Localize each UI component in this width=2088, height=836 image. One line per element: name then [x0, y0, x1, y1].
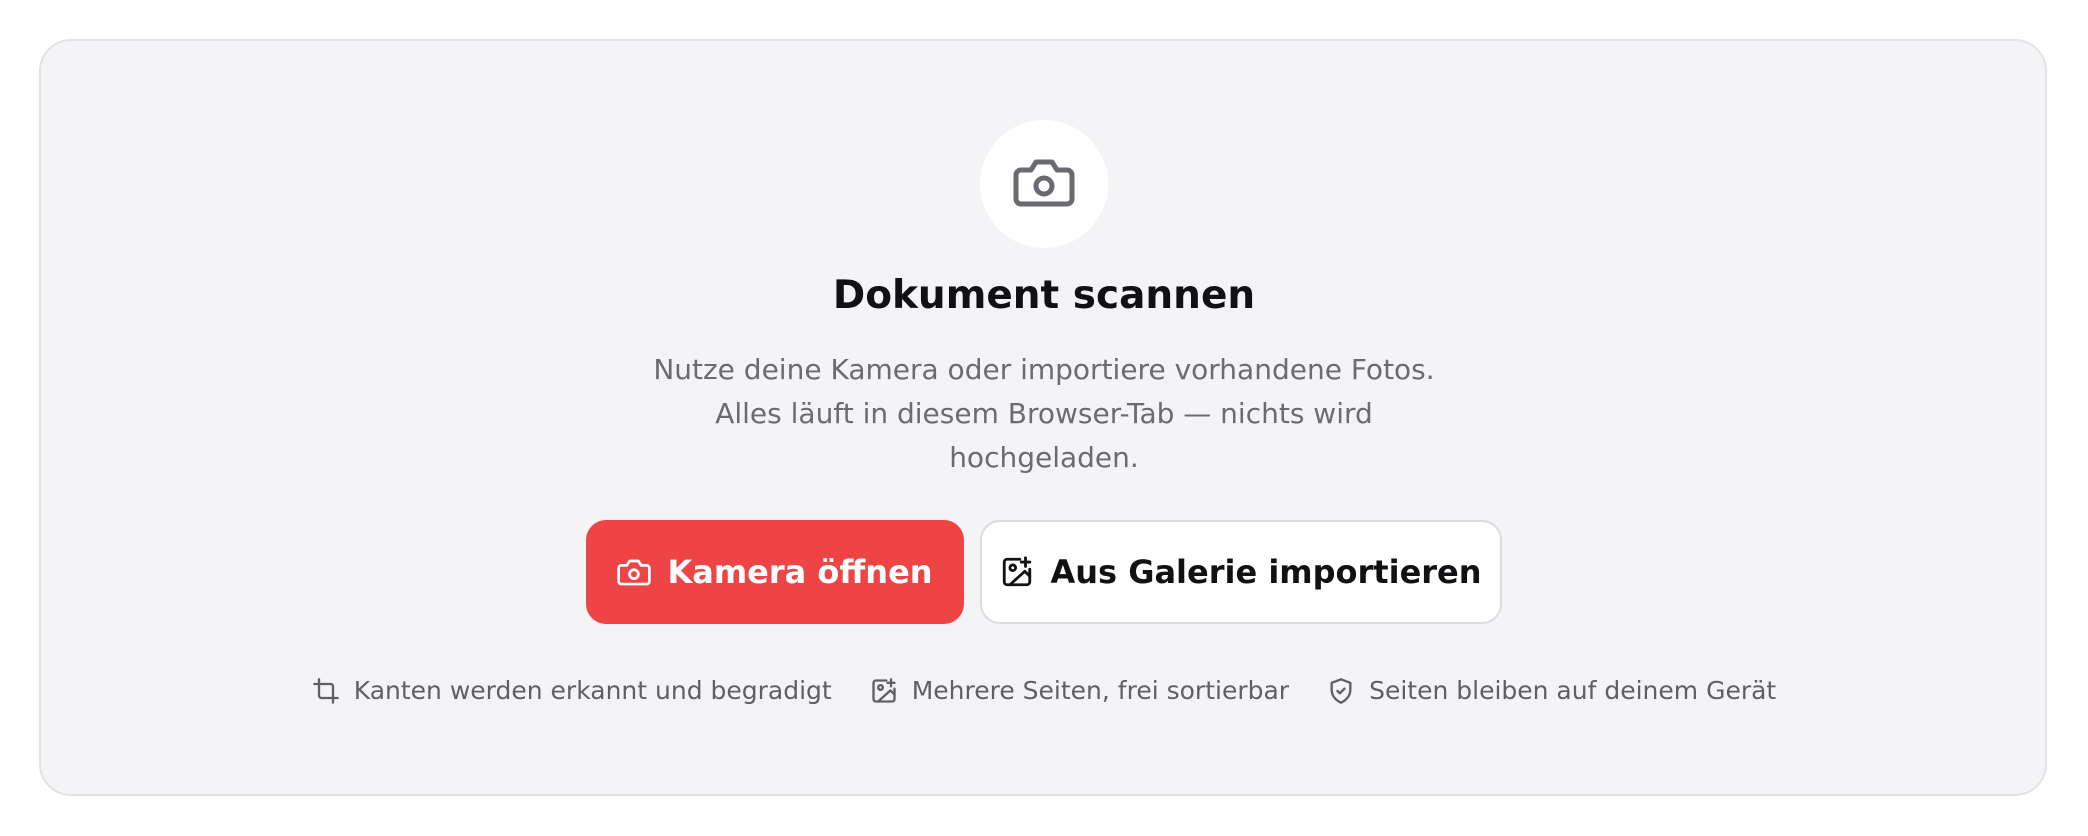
- camera-icon: [617, 557, 652, 587]
- image-plus-icon: [1000, 555, 1034, 589]
- feature-item: Mehrere Seiten, frei sortierbar: [870, 676, 1289, 705]
- hero-icon-circle: [980, 120, 1108, 248]
- shield-check-icon: [1327, 677, 1355, 705]
- description-line: hochgeladen.: [949, 441, 1139, 474]
- open-camera-label: Kamera öffnen: [667, 553, 933, 591]
- feature-label: Kanten werden erkannt und begradigt: [353, 676, 832, 705]
- open-camera-button[interactable]: Kamera öffnen: [586, 520, 964, 624]
- crop-icon: [312, 677, 340, 705]
- description: Nutze deine Kamera oder importiere vorha…: [644, 348, 1444, 480]
- description-line: Alles läuft in diesem Browser-Tab — nich…: [715, 397, 1373, 430]
- feature-item: Seiten bleiben auf deinem Gerät: [1327, 676, 1776, 705]
- image-plus-icon: [870, 677, 898, 705]
- feature-label: Mehrere Seiten, frei sortierbar: [911, 676, 1290, 705]
- import-gallery-button[interactable]: Aus Galerie importieren: [980, 520, 1502, 624]
- description-line: Nutze deine Kamera oder importiere vorha…: [653, 353, 1435, 386]
- camera-icon: [1013, 156, 1075, 212]
- feature-item: Kanten werden erkannt und begradigt: [312, 676, 832, 705]
- feature-label: Seiten bleiben auf deinem Gerät: [1369, 676, 1777, 705]
- page-title: Dokument scannen: [832, 273, 1256, 318]
- feature-list: Kanten werden erkannt und begradigt Mehr…: [0, 676, 2088, 705]
- import-gallery-label: Aus Galerie importieren: [1050, 553, 1482, 591]
